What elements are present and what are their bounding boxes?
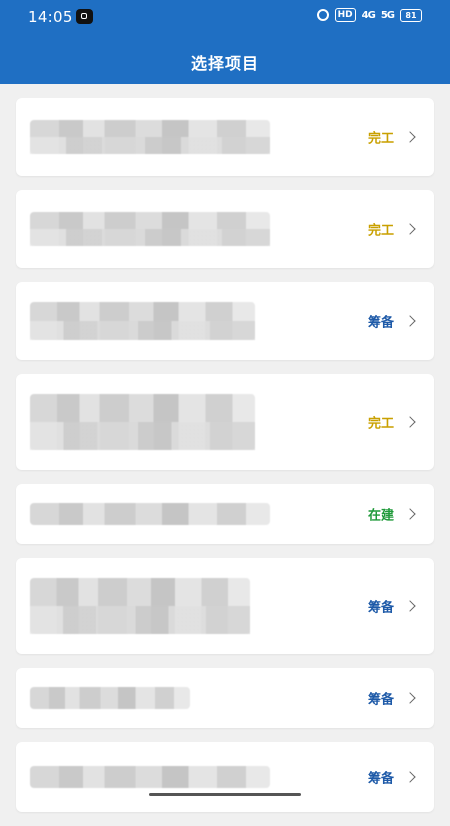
project-status: 完工 xyxy=(367,131,394,147)
chevron-right-icon xyxy=(404,223,416,235)
project-card[interactable]: 在建 xyxy=(16,484,434,544)
redacted-project-name xyxy=(30,687,190,709)
project-status: 筹备 xyxy=(367,600,394,616)
home-indicator[interactable] xyxy=(149,793,301,796)
signal-icon-2: 5G xyxy=(380,9,395,21)
chevron-right-icon xyxy=(404,692,416,704)
notification-app-icon xyxy=(76,9,93,24)
chevron-right-icon xyxy=(404,315,416,327)
project-status: 完工 xyxy=(367,416,394,432)
redacted-project-name xyxy=(30,766,270,788)
signal-icon: 4G xyxy=(361,9,376,21)
alarm-icon xyxy=(316,9,329,21)
status-time: 14:05 xyxy=(28,8,73,26)
chevron-right-icon xyxy=(404,416,416,428)
project-status: 筹备 xyxy=(367,315,394,331)
project-status: 筹备 xyxy=(367,771,394,787)
app-header: 14:05 HD 4G 5G 81 选择项目 xyxy=(0,0,450,84)
redacted-project-name xyxy=(30,503,270,525)
redacted-project-name xyxy=(30,120,270,154)
project-card[interactable]: 筹备 xyxy=(16,558,434,654)
chevron-right-icon xyxy=(404,600,416,612)
project-card[interactable]: 筹备 xyxy=(16,668,434,728)
project-list: 完工 完工 筹备 完工 在建 筹备 筹备 筹备 xyxy=(16,98,434,826)
battery-icon: 81 xyxy=(400,8,422,22)
project-card[interactable]: 筹备 xyxy=(16,282,434,360)
project-card[interactable]: 完工 xyxy=(16,190,434,268)
project-card[interactable]: 完工 xyxy=(16,98,434,176)
chevron-right-icon xyxy=(404,131,416,143)
page-title: 选择项目 xyxy=(190,54,259,73)
hd-icon: HD xyxy=(334,8,356,22)
redacted-project-name xyxy=(30,578,250,634)
project-status: 在建 xyxy=(367,508,394,524)
project-status: 完工 xyxy=(367,223,394,239)
chevron-right-icon xyxy=(404,771,416,783)
status-bar: 14:05 HD 4G 5G 81 xyxy=(0,0,450,34)
chevron-right-icon xyxy=(404,508,416,520)
project-status: 筹备 xyxy=(367,692,394,708)
status-icons: HD 4G 5G 81 xyxy=(316,8,422,22)
project-card[interactable]: 筹备 xyxy=(16,742,434,812)
redacted-project-name xyxy=(30,302,255,340)
redacted-project-name xyxy=(30,212,270,246)
redacted-project-name xyxy=(30,394,255,450)
project-card[interactable]: 完工 xyxy=(16,374,434,470)
